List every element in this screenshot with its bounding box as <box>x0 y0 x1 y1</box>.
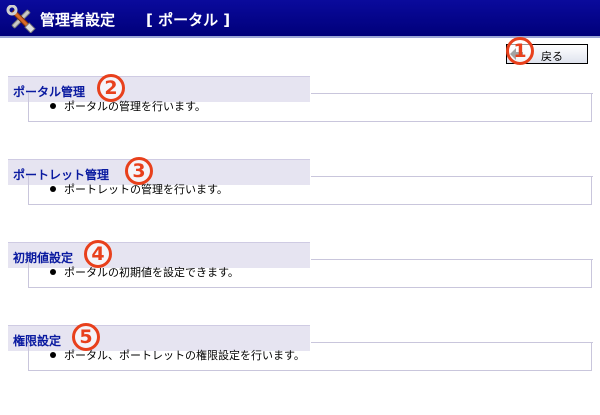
callout-badge-4: 4 <box>84 240 112 268</box>
bullet-icon <box>50 103 56 109</box>
callout-badge-5: 5 <box>72 323 100 351</box>
title-bar: 管理者設定 [ ポータル ] <box>0 0 600 38</box>
callout-badge-3: 3 <box>125 157 153 185</box>
page-subtitle: [ ポータル ] <box>146 11 231 29</box>
section-body: ポータル、ポートレットの権限設定を行います。 <box>28 342 593 371</box>
bullet-icon <box>50 269 56 275</box>
section-description: ポータルの初期値を設定できます。 <box>64 266 239 279</box>
callout-badge-2: 2 <box>97 74 125 102</box>
section-body: ポートレットの管理を行います。 <box>28 176 593 205</box>
back-button-label: 戻る <box>541 50 563 63</box>
section-description: ポータルの管理を行います。 <box>64 100 206 113</box>
section-body: ポータルの初期値を設定できます。 <box>28 259 593 288</box>
bullet-icon <box>50 186 56 192</box>
tools-icon <box>6 5 36 33</box>
callout-badge-1: 1 <box>506 37 534 65</box>
section-description: ポータル、ポートレットの権限設定を行います。 <box>64 349 305 362</box>
bullet-icon <box>50 352 56 358</box>
admin-portal-page: 管理者設定 [ ポータル ] 戻る 1 ポータル管理 ポータルの管理を行います。… <box>0 0 600 415</box>
section-description: ポートレットの管理を行います。 <box>64 183 228 196</box>
page-title: 管理者設定 <box>40 11 116 29</box>
